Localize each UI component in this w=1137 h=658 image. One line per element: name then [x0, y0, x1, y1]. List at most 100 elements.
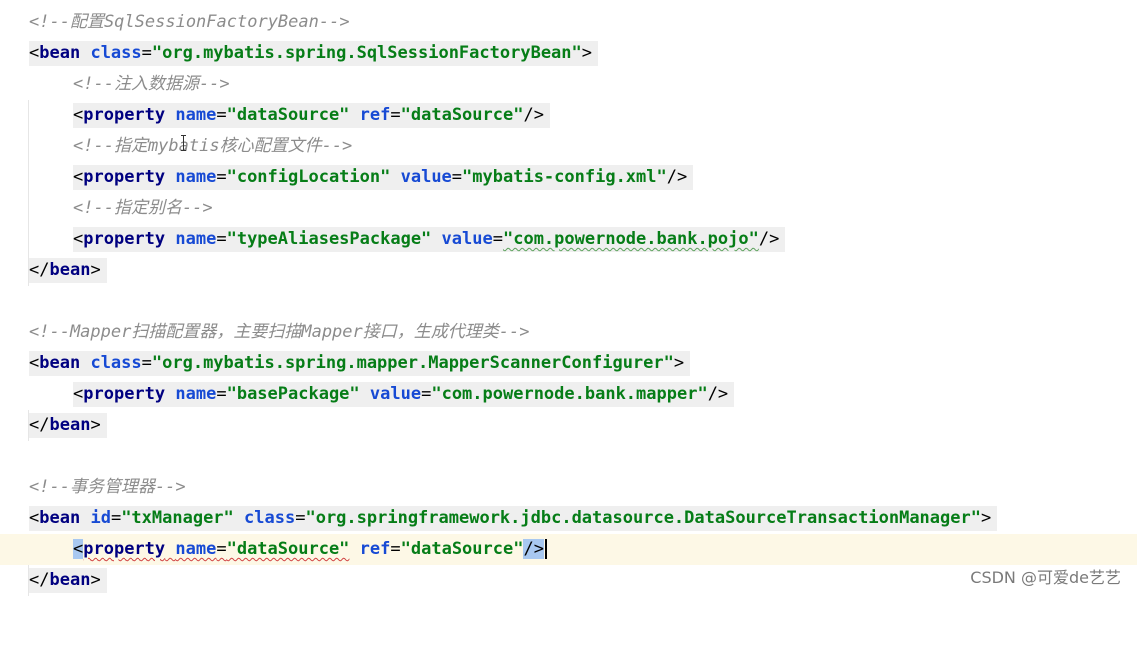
equals-sign: =: [110, 508, 122, 528]
attribute-name: value: [400, 167, 452, 187]
attribute-name: ref: [359, 539, 391, 559]
tag-open-bracket: </: [29, 260, 50, 280]
xml-comment: <!--事务管理器-->: [29, 477, 186, 497]
code-line[interactable]: <!--指定别名-->: [0, 193, 1137, 255]
tag-name: property: [83, 229, 166, 249]
code-line[interactable]: <property name="typeAliasesPackage" valu…: [0, 224, 1137, 286]
attribute-value: "com.powernode.bank.pojo": [502, 229, 759, 249]
code-line[interactable]: <!--Mapper扫描配置器，主要扫描Mapper接口，生成代理类-->: [0, 317, 1137, 348]
code-editor[interactable]: <!--配置SqlSessionFactoryBean--> <bean cla…: [0, 0, 1137, 596]
tag-name: property: [83, 105, 166, 125]
equals-sign: =: [141, 353, 152, 373]
tag-name: bean: [39, 43, 81, 63]
xml-tag-line: </bean>: [29, 258, 107, 283]
tag-open-bracket: <: [73, 167, 84, 187]
code-line[interactable]: <!--配置SqlSessionFactoryBean-->: [0, 7, 1137, 38]
attribute-value: "configLocation": [226, 167, 391, 187]
attribute-name: class: [90, 353, 142, 373]
attribute-name: class: [90, 43, 142, 63]
matched-tag-open-bracket: <: [73, 539, 84, 559]
code-line[interactable]: <property name="basePackage" value="com.…: [0, 379, 1137, 441]
tag-close-bracket: >: [673, 353, 685, 373]
xml-tag-line: <bean id="txManager" class="org.springfr…: [29, 506, 998, 531]
text-caret: [544, 539, 547, 559]
attribute-name: name: [175, 384, 217, 404]
tag-name: property: [83, 167, 166, 187]
code-line[interactable]: </bean>: [0, 255, 1137, 286]
equals-sign: =: [492, 229, 503, 249]
tag-name: bean: [39, 508, 81, 528]
equals-sign: =: [216, 167, 227, 187]
tag-close-bracket: />: [758, 229, 780, 249]
tag-open-bracket: </: [29, 570, 50, 590]
tag-close-bracket: >: [90, 415, 101, 435]
attribute-value: "dataSource": [226, 539, 350, 559]
xml-comment: <!--Mapper扫描配置器，主要扫描Mapper接口，生成代理类-->: [29, 322, 530, 342]
equals-sign: =: [390, 539, 401, 559]
tag-close-bracket: >: [90, 570, 101, 590]
code-line[interactable]: <property name="dataSource" ref="dataSou…: [0, 100, 1137, 162]
xml-tag-line: <property name="basePackage" value="com.…: [73, 382, 735, 407]
tag-name: property: [83, 384, 166, 404]
attribute-name: name: [175, 105, 217, 125]
tag-close-bracket: />: [666, 167, 688, 187]
xml-tag-line: <property name="configLocation" value="m…: [73, 165, 694, 190]
attribute-name: class: [244, 508, 296, 528]
attribute-value: "typeAliasesPackage": [226, 229, 432, 249]
attribute-name: value: [441, 229, 493, 249]
code-line[interactable]: <bean class="org.mybatis.spring.mapper.M…: [0, 348, 1137, 379]
tag-close-bracket: />: [707, 384, 729, 404]
watermark: CSDN @可爱de艺艺: [970, 568, 1121, 587]
attribute-value: "mybatis-config.xml": [462, 167, 667, 187]
xml-comment: <!--指定别名-->: [73, 198, 213, 218]
attribute-value: "dataSource": [400, 539, 524, 559]
xml-tag-line: <property name="typeAliasesPackage" valu…: [73, 227, 786, 252]
tag-close-bracket: />: [523, 105, 544, 125]
attribute-name: id: [90, 508, 111, 528]
attribute-value: "org.mybatis.spring.mapper.MapperScanner…: [151, 353, 674, 373]
tag-name: bean: [49, 260, 91, 280]
code-line[interactable]: </bean>: [0, 565, 1137, 596]
tag-name: bean: [49, 415, 91, 435]
equals-sign: =: [390, 105, 401, 125]
tag-name: property: [83, 539, 166, 559]
code-line[interactable]: <bean class="org.mybatis.spring.SqlSessi…: [0, 38, 1137, 69]
tag-open-bracket: <: [73, 384, 84, 404]
equals-sign: =: [295, 508, 306, 528]
tag-close-bracket: >: [980, 508, 992, 528]
equals-sign: =: [216, 229, 227, 249]
equals-sign: =: [216, 105, 227, 125]
code-line-blank[interactable]: [0, 441, 1137, 472]
xml-tag-line: <property name="dataSource" ref="dataSou…: [73, 103, 550, 128]
attribute-name: name: [175, 167, 217, 187]
mouse-ibeam-cursor-icon: [181, 135, 187, 151]
attribute-name: value: [369, 384, 422, 404]
xml-tag-line: </bean>: [29, 568, 107, 593]
code-line-blank[interactable]: [0, 286, 1137, 317]
attribute-value: "txManager": [121, 508, 234, 528]
code-line[interactable]: <!--事务管理器-->: [0, 472, 1137, 503]
tag-open-bracket: <: [73, 229, 84, 249]
attribute-value: "org.mybatis.spring.SqlSessionFactoryBea…: [151, 43, 582, 63]
xml-comment: <!--配置SqlSessionFactoryBean-->: [29, 12, 350, 32]
xml-tag-line: <bean class="org.mybatis.spring.SqlSessi…: [29, 41, 599, 66]
tag-open-bracket: </: [29, 415, 50, 435]
tag-open-bracket: <: [29, 508, 40, 528]
code-line[interactable]: <!--注入数据源-->: [0, 69, 1137, 131]
xml-tag-line: </bean>: [29, 413, 107, 438]
xml-comment: <!--指定mybatis核心配置文件-->: [73, 136, 353, 156]
equals-sign: =: [451, 167, 463, 187]
code-line[interactable]: </bean>: [0, 410, 1137, 441]
code-line-current[interactable]: <property name="dataSource" ref="dataSou…: [0, 534, 1137, 596]
xml-comment: <!--注入数据源-->: [73, 74, 230, 94]
tag-open-bracket: <: [29, 43, 40, 63]
attribute-name: name: [175, 229, 217, 249]
code-line[interactable]: <property name="configLocation" value="m…: [0, 162, 1137, 224]
equals-sign: =: [216, 539, 227, 559]
code-line[interactable]: <bean id="txManager" class="org.springfr…: [0, 503, 1137, 534]
tag-open-bracket: <: [29, 353, 40, 373]
code-line[interactable]: <!--指定mybatis核心配置文件-->: [0, 131, 1137, 193]
matched-tag-close-bracket: />: [523, 539, 544, 559]
tag-close-bracket: >: [581, 43, 593, 63]
equals-sign: =: [141, 43, 152, 63]
